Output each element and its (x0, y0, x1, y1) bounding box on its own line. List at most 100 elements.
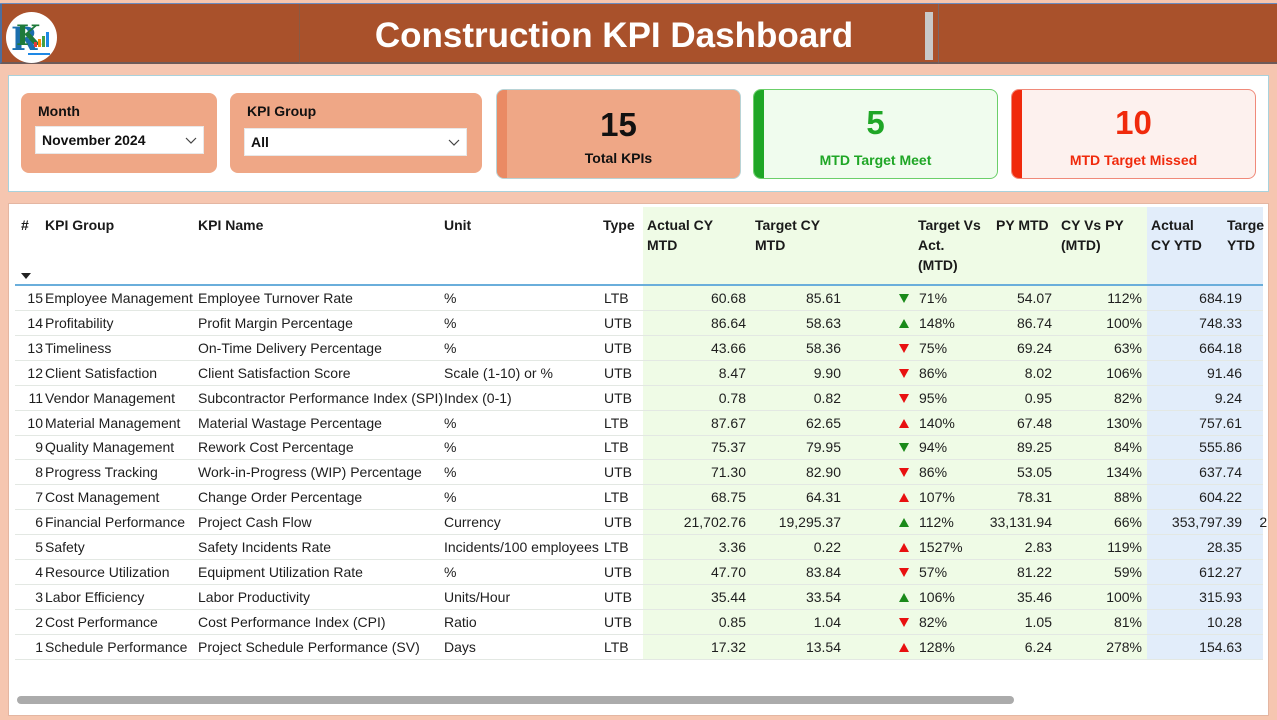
cell-kpi-group: Cost Performance (45, 613, 158, 630)
cell-actual-cy-mtd: 8.47 (718, 364, 746, 381)
cell-target-cy-mtd: 83.84 (805, 563, 841, 580)
cell-py-mtd: 6.24 (1024, 638, 1052, 655)
cell-type: UTB (604, 588, 632, 605)
col-header-unit[interactable]: Unit (444, 215, 471, 235)
cell-actual-cy-ytd: 91.46 (1206, 364, 1242, 381)
cell-target-cy-mtd: 85.61 (805, 290, 841, 306)
kpi-group-slicer: KPI Group All (230, 93, 482, 173)
col-header-kpi-group[interactable]: KPI Group (45, 215, 114, 235)
scrollbar-thumb[interactable] (17, 696, 1014, 704)
mtd-target-meet-card: 5 MTD Target Meet (753, 89, 998, 179)
cell-type: LTB (604, 414, 629, 431)
table-row[interactable]: 8 Progress Tracking Work-in-Progress (WIP)… (15, 460, 1263, 486)
cell-type: LTB (604, 638, 629, 655)
mtd-target-meet-label: MTD Target Meet (819, 152, 932, 168)
cell-num: 7 (35, 489, 43, 506)
cell-num: 2 (35, 613, 43, 630)
cell-target-cy-mtd: 19,295.37 (778, 514, 841, 531)
cell-kpi-name: Rework Cost Percentage (198, 439, 354, 456)
month-dropdown[interactable]: November 2024 (35, 126, 204, 154)
triangle-up-icon (899, 543, 909, 552)
cell-actual-cy-ytd: 748.33 (1199, 314, 1242, 331)
col-header-actual-cy-mtd[interactable]: Actual CY MTD (647, 215, 713, 255)
cell-kpi-name: Profit Margin Percentage (198, 314, 353, 331)
col-header-py-mtd[interactable]: PY MTD (996, 215, 1049, 235)
cell-kpi-group: Profitability (45, 314, 114, 331)
cell-type: LTB (604, 489, 629, 506)
table-row[interactable]: 10 Material Management Material Wastage Pe… (15, 411, 1263, 436)
cell-target-vs-actual: 106% (919, 588, 955, 605)
col-header-target-ytd[interactable]: Targe YTD (1227, 215, 1267, 255)
table-row[interactable]: 6 Financial Performance Project Cash Flow C… (15, 510, 1268, 536)
table-row[interactable]: 14 Profitability Profit Margin Percentage%… (15, 311, 1263, 336)
cell-unit: % (444, 464, 457, 481)
cell-actual-cy-mtd: 35.44 (710, 588, 746, 605)
horizontal-scrollbar[interactable] (15, 695, 1263, 705)
table-row[interactable]: 3 Labor Efficiency Labor Productivity Units… (15, 585, 1263, 610)
table-row[interactable]: 2 Cost Performance Cost Performance Index … (15, 610, 1263, 635)
header-line: (MTD) (918, 257, 958, 273)
cell-cy-vs-py: 278% (1106, 638, 1142, 655)
cell-num: 6 (35, 514, 43, 531)
col-header-kpi-name[interactable]: KPI Name (198, 215, 263, 235)
cell-actual-cy-mtd: 21,702.76 (683, 514, 746, 531)
cell-target-cy-mtd: 62.65 (805, 414, 841, 431)
mtd-target-missed-value: 10 (1115, 104, 1152, 141)
header-line: MTD (647, 237, 678, 253)
col-header-target-cy-mtd[interactable]: Target CY MTD (755, 215, 820, 255)
cell-num: 3 (35, 588, 43, 605)
table-row[interactable]: 7 Cost Management Change Order Percentage%… (15, 485, 1263, 511)
cell-py-mtd: 89.25 (1016, 439, 1052, 456)
col-header-num[interactable]: # (21, 215, 29, 235)
cell-num: 11 (28, 389, 43, 406)
cell-kpi-group: Material Management (45, 414, 181, 431)
chevron-down-icon (448, 139, 460, 146)
col-header-cy-vs-py-mtd[interactable]: CY Vs PY (MTD) (1061, 215, 1124, 255)
cell-num: 8 (35, 464, 43, 481)
table-row[interactable]: 4 Resource Utilization Equipment Utilizati… (15, 560, 1263, 585)
triangle-down-icon (899, 567, 909, 577)
triangle-down-icon (899, 468, 909, 478)
cell-unit: Currency (444, 514, 501, 531)
cell-py-mtd: 2.83 (1024, 539, 1052, 555)
cell-actual-cy-mtd: 87.67 (710, 414, 746, 431)
table-row[interactable]: 12 Client Satisfaction Client Satisfaction… (15, 361, 1263, 386)
cell-unit: % (444, 290, 457, 306)
table-row[interactable]: 5 Safety Safety Incidents Rate Incidents/10… (15, 535, 1263, 560)
sort-descending-icon[interactable] (21, 273, 31, 279)
col-header-target-vs-actual-mtd[interactable]: Target Vs Act. (MTD) (918, 215, 981, 275)
cell-target-vs-actual: 148% (919, 314, 955, 331)
header-line: Act. (918, 237, 945, 253)
cell-py-mtd: 8.02 (1024, 364, 1052, 381)
cell-unit: % (444, 489, 457, 506)
triangle-down-icon (899, 617, 909, 627)
cell-cy-vs-py: 134% (1106, 464, 1142, 481)
header-line: Targe (1227, 217, 1265, 233)
cell-target-cy-mtd: 33.54 (805, 588, 841, 605)
cell-target-vs-actual: 1527% (919, 539, 963, 555)
cell-cy-vs-py: 130% (1106, 414, 1142, 431)
cell-actual-cy-ytd: 154.63 (1199, 638, 1242, 655)
cell-target-cy-mtd: 64.31 (805, 489, 841, 506)
table-header: # KPI Group KPI Name Unit Type Actual CY… (9, 204, 1268, 284)
table-row[interactable]: 11 Vendor Management Subcontractor Perform… (15, 386, 1263, 411)
cell-type: LTB (604, 439, 629, 456)
cell-type: UTB (604, 339, 632, 356)
table-row[interactable]: 9 Quality Management Rework Cost Percentag… (15, 435, 1263, 461)
cell-cy-vs-py: 100% (1106, 588, 1142, 605)
cell-type: UTB (604, 364, 632, 381)
triangle-up-icon (899, 642, 909, 652)
col-header-actual-cy-ytd[interactable]: Actual CY YTD (1151, 215, 1202, 255)
cell-target-vs-actual: 57% (919, 563, 948, 580)
kpi-group-dropdown[interactable]: All (244, 128, 467, 156)
cell-type: UTB (604, 464, 632, 481)
cell-unit: Days (444, 638, 476, 655)
table-row[interactable]: 13 Timeliness On-Time Delivery Percentage%… (15, 336, 1263, 361)
table-row[interactable]: 15 Employee Management Employee Turnover R… (15, 286, 1263, 311)
cell-kpi-group: Cost Management (45, 489, 160, 506)
col-header-type[interactable]: Type (603, 215, 635, 235)
mtd-target-meet-value: 5 (866, 104, 885, 141)
table-row[interactable]: 1 Schedule Performance Project Schedule Pe… (15, 635, 1263, 660)
cell-target-vs-actual: 71% (919, 290, 948, 306)
cell-target-ytd: 26 (1259, 514, 1268, 531)
